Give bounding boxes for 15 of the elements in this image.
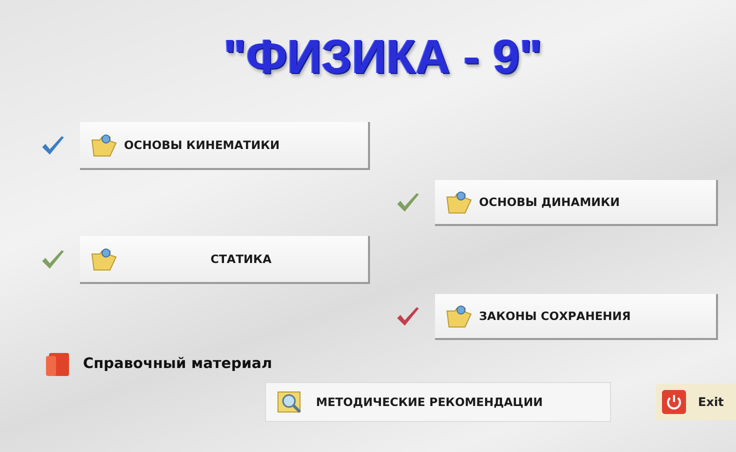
topic-button[interactable]: СТАТИКА xyxy=(80,236,370,284)
folder-icon xyxy=(445,303,473,329)
topic-button[interactable]: ОСНОВЫ ДИНАМИКИ xyxy=(435,180,718,226)
folder-icon xyxy=(90,132,118,158)
app-title: "ФИЗИКА - 9" xyxy=(222,30,542,86)
folder-icon xyxy=(90,246,118,272)
power-icon xyxy=(662,390,686,414)
methods-button[interactable]: МЕТОДИЧЕСКИЕ РЕКОМЕНДАЦИИ xyxy=(265,382,611,422)
reference-link[interactable]: Справочный материал xyxy=(83,356,272,372)
exit-button[interactable]: Exit xyxy=(656,384,736,420)
topic-button[interactable]: ОСНОВЫ КИНЕМАТИКИ xyxy=(80,122,370,170)
book-icon xyxy=(45,350,71,378)
magnifier-icon xyxy=(276,389,304,415)
topic-button[interactable]: ЗАКОНЫ СОХРАНЕНИЯ xyxy=(435,294,718,340)
folder-icon xyxy=(445,189,473,215)
